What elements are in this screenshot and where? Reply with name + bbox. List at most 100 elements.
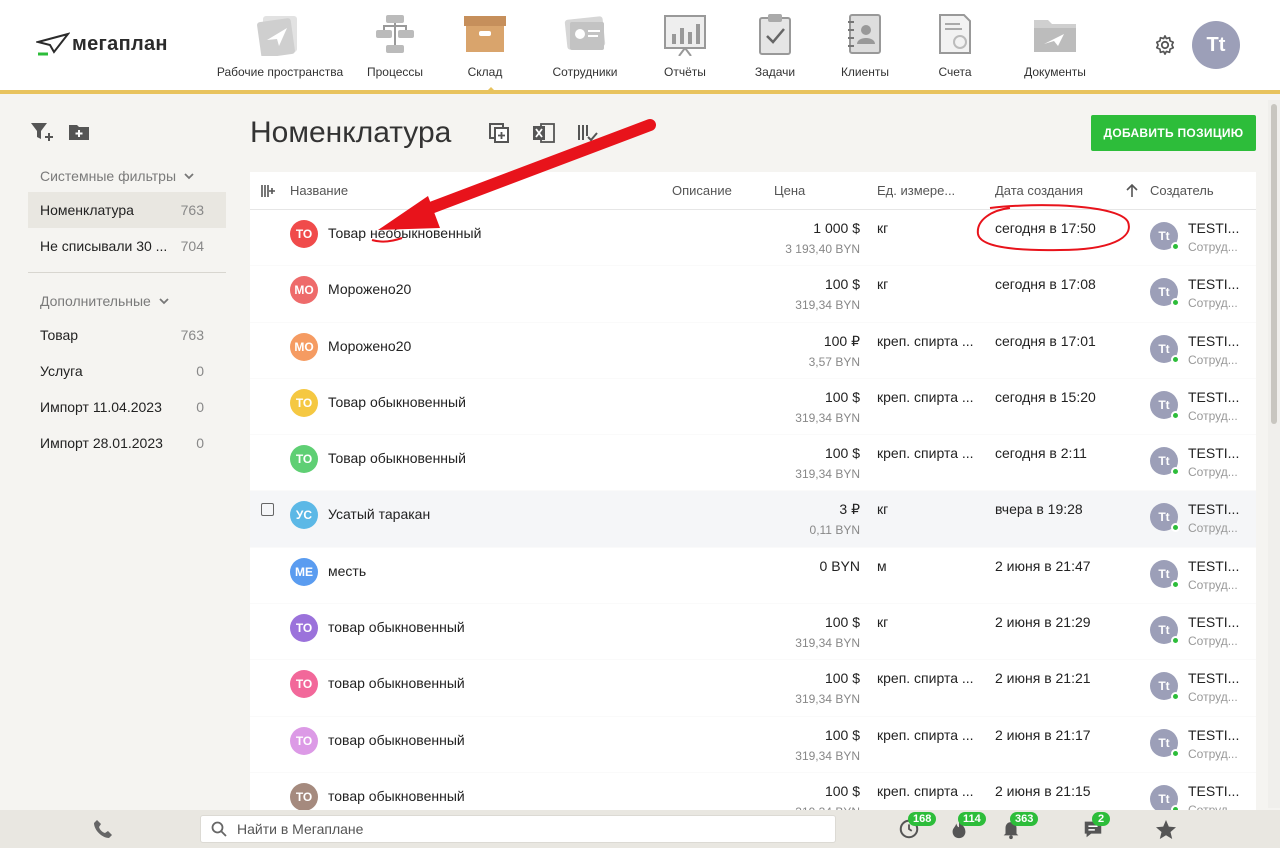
creator-name[interactable]: TESTI...	[1188, 727, 1239, 743]
extra-filters-toggle[interactable]: Дополнительные	[28, 279, 226, 317]
item-name-link[interactable]: Товар обыкновенный	[328, 450, 466, 466]
table-row[interactable]: МЕ месть 0 BYN м 2 июня в 21:47 Tt TESTI... Сот…	[250, 548, 1256, 605]
item-created-date: 2 июня в 21:29	[995, 614, 1091, 631]
row-checkbox[interactable]	[261, 503, 274, 517]
phone-icon[interactable]	[92, 818, 114, 840]
item-badge: ТО	[290, 782, 318, 811]
excel-export-icon[interactable]	[532, 122, 556, 144]
creator-avatar[interactable]: Tt	[1150, 334, 1180, 364]
nav-item-workspace[interactable]: Рабочие пространства	[210, 0, 350, 94]
add-filter-icon[interactable]	[30, 121, 54, 143]
creator-avatar[interactable]: Tt	[1150, 784, 1180, 812]
table-row[interactable]: ТО Товар обыкновенный 100 $ 319,34 BYN креп.…	[250, 435, 1256, 492]
sidebar-filter-item[interactable]: Номенклатура 763	[28, 192, 226, 228]
sort-ascending-icon[interactable]	[1126, 184, 1138, 198]
column-header-description[interactable]: Описание	[672, 183, 732, 198]
item-name-link[interactable]: Морожено20	[328, 338, 411, 354]
item-name-link[interactable]: Товар необыкновенный	[328, 225, 481, 241]
item-name-link[interactable]: Усатый таракан	[328, 506, 430, 522]
column-header-name[interactable]: Название	[290, 183, 348, 198]
creator-avatar[interactable]: Tt	[1150, 278, 1180, 308]
column-settings-icon[interactable]	[260, 184, 276, 198]
item-name-link[interactable]: месть	[328, 563, 366, 579]
table-row[interactable]: ТО товар обыкновенный 100 $319,34 BYN креп.…	[250, 660, 1256, 717]
tasks-clipboard-icon	[759, 14, 791, 55]
table-row[interactable]: ТО товар обыкновенный 100 $319,34 BYN креп.…	[250, 717, 1256, 773]
column-header-created[interactable]: Дата создания	[995, 183, 1083, 198]
creator-avatar[interactable]: Tt	[1150, 728, 1180, 758]
nav-item-documents-folder[interactable]: Документы	[1000, 0, 1110, 94]
chat-counter[interactable]: 2	[1082, 812, 1110, 842]
nav-item-warehouse-box[interactable]: Склад	[440, 0, 530, 94]
creator-avatar[interactable]: Tt	[1150, 672, 1180, 702]
creator-avatar[interactable]: Tt	[1150, 503, 1180, 533]
item-name-link[interactable]: Морожено20	[328, 281, 411, 297]
column-header-price[interactable]: Цена	[774, 183, 805, 198]
star-icon[interactable]	[1154, 818, 1178, 842]
table-row[interactable]: УС Усатый таракан 3 ₽ 0,11 BYN кг вчера в 19:…	[250, 491, 1256, 548]
table-row[interactable]: ТО товар обыкновенный 100 $319,34 BYN креп.…	[250, 773, 1256, 812]
nav-item-globe[interactable]: Привет	[1110, 0, 1130, 94]
system-filters-toggle[interactable]: Системные фильтры	[28, 154, 226, 192]
table-row[interactable]: МО Морожено20 100 ₽ 3,57 BYN креп. спирта ..…	[250, 323, 1256, 379]
creator-initials: Tt	[1158, 397, 1170, 412]
nav-item-process[interactable]: Процессы	[350, 0, 440, 94]
item-name-link[interactable]: Товар обыкновенный	[328, 394, 466, 410]
item-price-converted: 319,34 BYN	[795, 636, 860, 651]
creator-name[interactable]: TESTI...	[1188, 220, 1239, 236]
column-header-unit[interactable]: Ед. измере...	[877, 183, 955, 198]
counter-badge: 363	[1010, 812, 1039, 826]
creator-name[interactable]: TESTI...	[1188, 389, 1239, 405]
sidebar-filter-item[interactable]: Импорт 11.04.2023 0	[28, 389, 226, 425]
nav-item-employees-card[interactable]: Сотрудники	[530, 0, 640, 94]
fire-counter[interactable]: 114	[948, 812, 986, 842]
item-name-link[interactable]: товар обыкновенный	[328, 675, 465, 691]
creator-name[interactable]: TESTI...	[1188, 333, 1239, 349]
creator-name[interactable]: TESTI...	[1188, 783, 1239, 799]
columns-check-icon[interactable]	[576, 122, 600, 144]
item-name-link[interactable]: товар обыкновенный	[328, 732, 465, 748]
add-folder-icon[interactable]	[68, 122, 92, 142]
scrollbar-thumb[interactable]	[1271, 104, 1277, 424]
creator-name[interactable]: TESTI...	[1188, 445, 1239, 461]
bell-counter[interactable]: 363	[1000, 812, 1039, 842]
item-name-link[interactable]: товар обыкновенный	[328, 619, 465, 635]
counter-badge: 114	[958, 812, 986, 826]
online-status-dot	[1171, 242, 1180, 251]
online-status-dot	[1171, 354, 1180, 364]
item-name-link[interactable]: товар обыкновенный	[328, 788, 465, 804]
copy-icon[interactable]	[488, 122, 512, 144]
sidebar-filter-item[interactable]: Не списывали 30 ... 704	[28, 228, 226, 264]
table-row[interactable]: ТО Товар необыкновенный 1 000 $ 3 193,40 BY…	[250, 210, 1256, 267]
nav-item-tasks-clipboard[interactable]: Задачи	[730, 0, 820, 94]
creator-avatar[interactable]: Tt	[1150, 559, 1180, 589]
user-avatar[interactable]: Tt	[1192, 21, 1240, 69]
search-input[interactable]	[237, 821, 797, 837]
creator-avatar[interactable]: Tt	[1150, 447, 1180, 477]
creator-name[interactable]: TESTI...	[1188, 276, 1239, 292]
add-position-button[interactable]: ДОБАВИТЬ ПОЗИЦИЮ	[1091, 115, 1256, 151]
clock-counter[interactable]: 168	[898, 812, 937, 842]
meguplan-logo[interactable]: мегаплан	[36, 32, 168, 56]
nav-item-reports-chart[interactable]: Отчёты	[640, 0, 730, 94]
global-search[interactable]	[200, 815, 836, 843]
creator-avatar[interactable]: Tt	[1150, 616, 1180, 646]
nav-item-clients-book[interactable]: Клиенты	[820, 0, 910, 94]
page-scrollbar[interactable]	[1268, 100, 1280, 808]
creator-avatar[interactable]: Tt	[1150, 390, 1180, 420]
sidebar-filter-item[interactable]: Товар 763	[28, 317, 226, 353]
sidebar-filter-item[interactable]: Импорт 28.01.2023 0	[28, 425, 226, 461]
gear-icon[interactable]	[1154, 34, 1176, 56]
creator-avatar[interactable]: Tt	[1150, 222, 1180, 251]
table-row[interactable]: ТО товар обыкновенный 100 $ 319,34 BYN кг 2 и…	[250, 604, 1256, 661]
creator-name[interactable]: TESTI...	[1188, 501, 1239, 517]
table-row[interactable]: МО Морожено20 100 $ 319,34 BYN кг сегодня в 1…	[250, 266, 1256, 323]
sidebar-filter-item[interactable]: Услуга 0	[28, 353, 226, 389]
nav-item-invoice[interactable]: Счета	[910, 0, 1000, 94]
creator-name[interactable]: TESTI...	[1188, 558, 1239, 574]
creator-name[interactable]: TESTI...	[1188, 614, 1239, 630]
column-header-creator[interactable]: Создатель	[1150, 183, 1214, 198]
table-row[interactable]: ТО Товар обыкновенный 100 $ 319,34 BYN креп.…	[250, 379, 1256, 436]
item-price-converted: 319,34 BYN	[795, 298, 860, 313]
creator-name[interactable]: TESTI...	[1188, 670, 1239, 686]
